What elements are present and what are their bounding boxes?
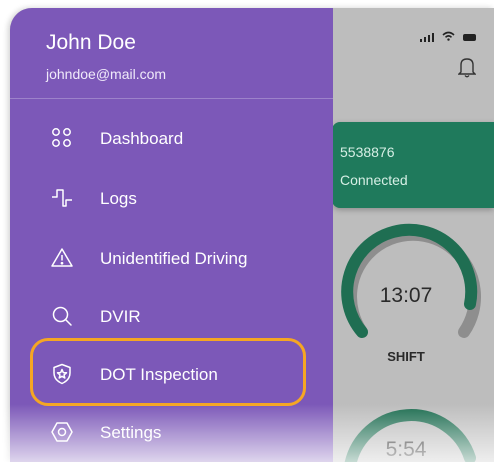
second-time: 5:54 (385, 438, 427, 461)
settings-icon (50, 420, 74, 444)
search-icon (50, 304, 74, 328)
shift-time: 13:07 (379, 284, 433, 307)
menu-item-settings[interactable]: Settings (10, 412, 333, 452)
warning-icon (50, 246, 74, 270)
user-email: johndoe@mail.com (46, 66, 167, 82)
shield-star-icon (50, 362, 74, 386)
menu-item-dvir[interactable]: DVIR (10, 296, 333, 336)
menu-item-dot-inspection[interactable]: DOT Inspection (10, 354, 333, 394)
status-bar (420, 28, 476, 46)
connection-status: Connected (340, 172, 408, 188)
wifi-icon (442, 28, 455, 46)
menu-label: Unidentified Driving (100, 249, 248, 268)
menu-label: Logs (100, 189, 137, 208)
bell-icon[interactable] (457, 56, 477, 78)
navigation-drawer: John Doe johndoe@mail.com Dashboard Logs… (10, 8, 333, 462)
drawer-header: John Doe johndoe@mail.com (10, 8, 333, 99)
menu-label: Settings (100, 423, 162, 442)
logs-icon (50, 186, 74, 210)
dashboard-icon (50, 126, 74, 150)
menu-label: Dashboard (100, 129, 184, 148)
signal-icon (420, 32, 434, 42)
menu-label: DVIR (100, 307, 141, 326)
menu-label: DOT Inspection (100, 365, 218, 384)
shift-label: SHIFT (387, 349, 425, 364)
connection-card[interactable]: 5538876 Connected (332, 122, 494, 208)
menu-item-dashboard[interactable]: Dashboard (10, 118, 333, 158)
menu-item-logs[interactable]: Logs (10, 178, 333, 218)
user-name: John Doe (46, 31, 136, 54)
menu-item-unidentified-driving[interactable]: Unidentified Driving (10, 238, 333, 278)
phone-screen: 5538876 Connected 13:07 SHIFT 5:54 John … (10, 8, 494, 462)
device-id: 5538876 (340, 144, 395, 160)
battery-icon (463, 33, 476, 41)
